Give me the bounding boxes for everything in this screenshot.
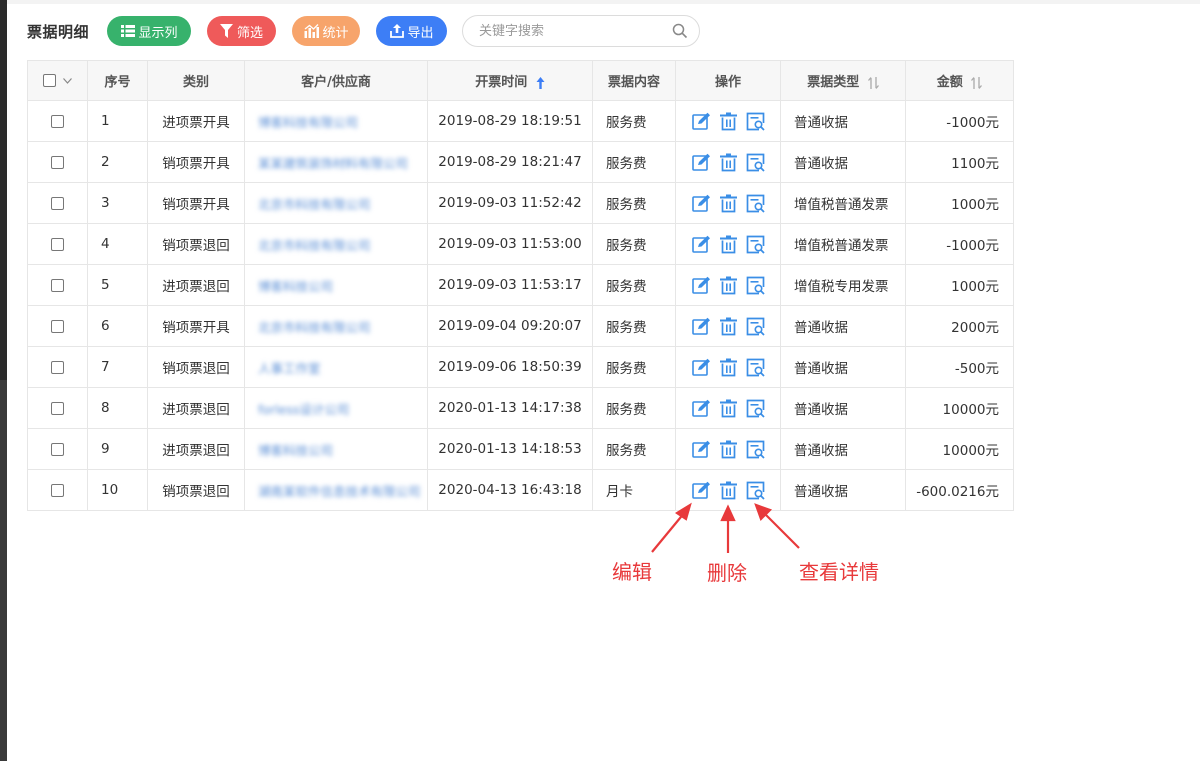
annotation-view-detail: 查看详情 [799,560,879,584]
arrow-delete-head [720,504,736,522]
annotation-arrows [651,502,800,553]
arrow-edit-head [674,502,692,521]
annotation-delete: 删除 [707,561,747,585]
annotation-edit: 编辑 [612,560,652,584]
arrow-edit [651,511,686,553]
arrow-view [761,510,800,549]
